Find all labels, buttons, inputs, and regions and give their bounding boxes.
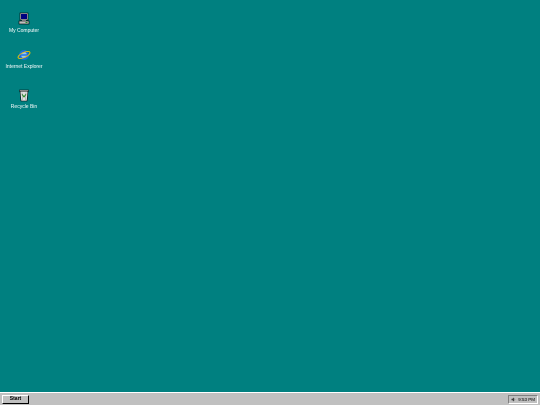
taskbar: Start 9:53 PM	[0, 392, 540, 405]
desktop-icon-label: Recycle Bin	[10, 104, 38, 110]
speaker-icon[interactable]	[511, 397, 516, 402]
desktop-icon-recycle-bin[interactable]: Recycle Bin	[4, 88, 44, 110]
system-tray: 9:53 PM	[508, 395, 538, 404]
internet-explorer-icon	[17, 50, 31, 60]
desktop-icon-my-computer[interactable]: My Computer	[4, 12, 44, 34]
desktop-icon-label: My Computer	[8, 28, 39, 34]
start-button[interactable]: Start	[2, 395, 29, 404]
desktop-icon-internet-explorer[interactable]: Internet Explorer	[4, 48, 44, 70]
recycle-bin-icon	[19, 89, 29, 102]
desktop: My Computer Internet Explorer Recycle Bi…	[0, 0, 540, 392]
taskbar-clock[interactable]: 9:53 PM	[518, 396, 535, 403]
my-computer-icon	[18, 12, 30, 25]
desktop-icon-label: Internet Explorer	[5, 64, 43, 70]
